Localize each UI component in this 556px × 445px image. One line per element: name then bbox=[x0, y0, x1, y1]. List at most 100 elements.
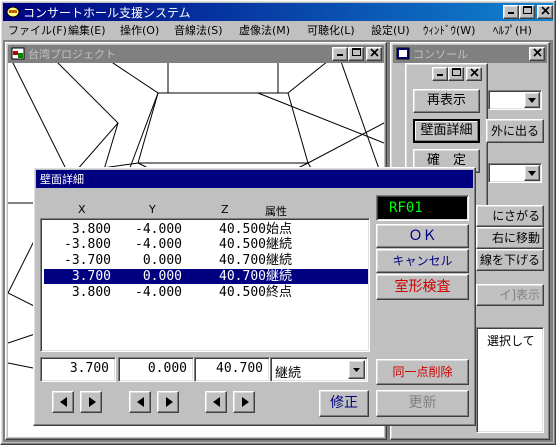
cell-y: -4.000 bbox=[135, 285, 182, 300]
app-icon bbox=[6, 6, 20, 18]
modify-button[interactable]: 修正 bbox=[319, 390, 369, 417]
dialog-titlebar[interactable]: 壁面詳細 bbox=[36, 170, 473, 188]
cell-y: 0.000 bbox=[142, 269, 182, 284]
table-row-selected[interactable]: 3.700 0.000 40.700 継続 bbox=[44, 269, 368, 284]
child-maximize-button[interactable] bbox=[448, 67, 464, 81]
table-row[interactable]: 3.800 -4.000 40.500 終点 bbox=[44, 285, 368, 300]
col-header-z: Z bbox=[221, 203, 229, 216]
table-row[interactable]: 3.800 -4.000 40.500 始点 bbox=[44, 222, 368, 237]
child-minimize-button[interactable] bbox=[432, 67, 448, 81]
project-minimize-button[interactable] bbox=[332, 47, 348, 61]
col-header-attr: 属性 bbox=[265, 205, 287, 218]
col-header-x: X bbox=[78, 203, 86, 216]
room-check-button[interactable]: 室形検査 bbox=[376, 274, 469, 300]
cell-y: -4.000 bbox=[135, 222, 182, 237]
wall-id-display: RF01 bbox=[376, 195, 469, 221]
table-row[interactable]: -3.800 -4.000 40.500 継続 bbox=[44, 237, 368, 252]
console-select-2[interactable] bbox=[488, 163, 542, 183]
cell-attr: 継続 bbox=[266, 237, 293, 252]
cell-x: 3.800 bbox=[71, 285, 111, 300]
z-increment-button[interactable] bbox=[233, 391, 255, 413]
x-increment-button[interactable] bbox=[80, 391, 102, 413]
edit-y-value: 0.000 bbox=[147, 361, 187, 376]
cell-attr: 終点 bbox=[266, 285, 293, 300]
cell-x: -3.700 bbox=[64, 253, 111, 268]
console-select-1[interactable] bbox=[488, 90, 542, 110]
console-title: コンソール bbox=[413, 48, 468, 61]
cancel-button[interactable]: キャンセル bbox=[376, 249, 469, 273]
cell-x: 3.800 bbox=[71, 222, 111, 237]
cell-z: 40.700 bbox=[219, 253, 266, 268]
menu-auralization[interactable]: 可聴化(L) bbox=[307, 22, 355, 38]
menu-file[interactable]: ファイル(F) bbox=[8, 22, 67, 38]
triangle-left-icon bbox=[60, 397, 67, 407]
lower-button[interactable]: 線を下げる bbox=[476, 249, 544, 271]
wall-detail-button[interactable]: 壁面詳細 bbox=[413, 119, 480, 143]
project-maximize-button[interactable] bbox=[348, 47, 364, 61]
y-increment-button[interactable] bbox=[157, 391, 179, 413]
cell-attr: 始点 bbox=[266, 222, 293, 237]
child-close-button[interactable] bbox=[466, 67, 482, 81]
show-button[interactable]: イ]表示 bbox=[476, 284, 544, 306]
menu-image-method[interactable]: 虚像法(M) bbox=[239, 22, 290, 38]
console-text-area[interactable]: 選択して bbox=[476, 327, 544, 433]
menu-window[interactable]: ｳｨﾝﾄﾞｳ(W) bbox=[423, 22, 475, 38]
y-decrement-button[interactable] bbox=[129, 391, 151, 413]
project-close-button[interactable] bbox=[366, 47, 382, 61]
cell-z: 40.500 bbox=[219, 285, 266, 300]
delete-same-point-button[interactable]: 同一点削除 bbox=[376, 359, 469, 385]
child-caption-row bbox=[408, 66, 485, 82]
cell-attr: 継続 bbox=[266, 269, 293, 284]
menu-edit[interactable]: 編集(E) bbox=[68, 22, 106, 38]
x-decrement-button[interactable] bbox=[52, 391, 74, 413]
edit-z-field[interactable]: 40.700 bbox=[194, 357, 270, 382]
cell-y: 0.000 bbox=[142, 253, 182, 268]
wall-id-value: RF01 bbox=[389, 200, 423, 216]
menu-operation[interactable]: 操作(O) bbox=[120, 22, 159, 38]
triangle-right-icon bbox=[89, 397, 96, 407]
lower-right-button[interactable]: にさがる bbox=[476, 205, 544, 227]
move-right-button[interactable]: 右に移動 bbox=[476, 227, 544, 249]
move-out-button[interactable]: 外に出る bbox=[486, 119, 544, 143]
edit-x-field[interactable]: 3.700 bbox=[40, 357, 116, 382]
triangle-left-icon bbox=[213, 397, 220, 407]
chevron-down-icon bbox=[353, 368, 360, 372]
cell-y: -4.000 bbox=[135, 237, 182, 252]
console-text-hint: 選択して bbox=[487, 334, 535, 348]
cell-z: 40.700 bbox=[219, 269, 266, 284]
project-title: 台湾プロジェクト bbox=[28, 48, 116, 61]
attr-select[interactable]: 継続 bbox=[270, 357, 368, 382]
dialog-title: 壁面詳細 bbox=[40, 173, 84, 186]
attr-select-value: 継続 bbox=[275, 366, 302, 381]
triangle-right-icon bbox=[242, 397, 249, 407]
table-row[interactable]: -3.700 0.000 40.700 継続 bbox=[44, 253, 368, 268]
console-titlebar[interactable]: コンソール bbox=[393, 45, 547, 63]
col-header-y: Y bbox=[149, 203, 156, 216]
cell-x: -3.800 bbox=[64, 237, 111, 252]
close-button[interactable] bbox=[537, 5, 553, 19]
redisplay-button[interactable]: 再表示 bbox=[413, 89, 480, 113]
main-titlebar[interactable]: コンサートホール支援システム bbox=[3, 3, 553, 21]
update-button[interactable]: 更新 bbox=[376, 390, 469, 417]
console-icon bbox=[396, 47, 410, 60]
edit-z-value: 40.700 bbox=[216, 361, 263, 376]
attr-select-dropdown-button[interactable] bbox=[348, 360, 365, 379]
menu-settings[interactable]: 設定(U) bbox=[371, 22, 410, 38]
menu-help[interactable]: ﾍﾙﾌﾟ(H) bbox=[493, 22, 532, 38]
minimize-button[interactable] bbox=[503, 5, 519, 19]
main-title: コンサートホール支援システム bbox=[23, 6, 191, 20]
console-close-button[interactable] bbox=[529, 47, 545, 61]
console-select-1-arrow[interactable] bbox=[524, 92, 540, 108]
console-select-2-arrow[interactable] bbox=[524, 165, 540, 181]
triangle-left-icon bbox=[137, 397, 144, 407]
triangle-right-icon bbox=[166, 397, 173, 407]
edit-x-value: 3.700 bbox=[69, 361, 109, 376]
menu-ray-method[interactable]: 音線法(S) bbox=[174, 22, 223, 38]
z-decrement-button[interactable] bbox=[205, 391, 227, 413]
cell-z: 40.500 bbox=[219, 237, 266, 252]
maximize-button[interactable] bbox=[519, 5, 535, 19]
edit-y-field[interactable]: 0.000 bbox=[118, 357, 194, 382]
cell-attr: 継続 bbox=[266, 253, 293, 268]
project-titlebar[interactable]: 台湾プロジェクト bbox=[8, 45, 384, 63]
ok-button[interactable]: ＯＫ bbox=[376, 224, 469, 248]
